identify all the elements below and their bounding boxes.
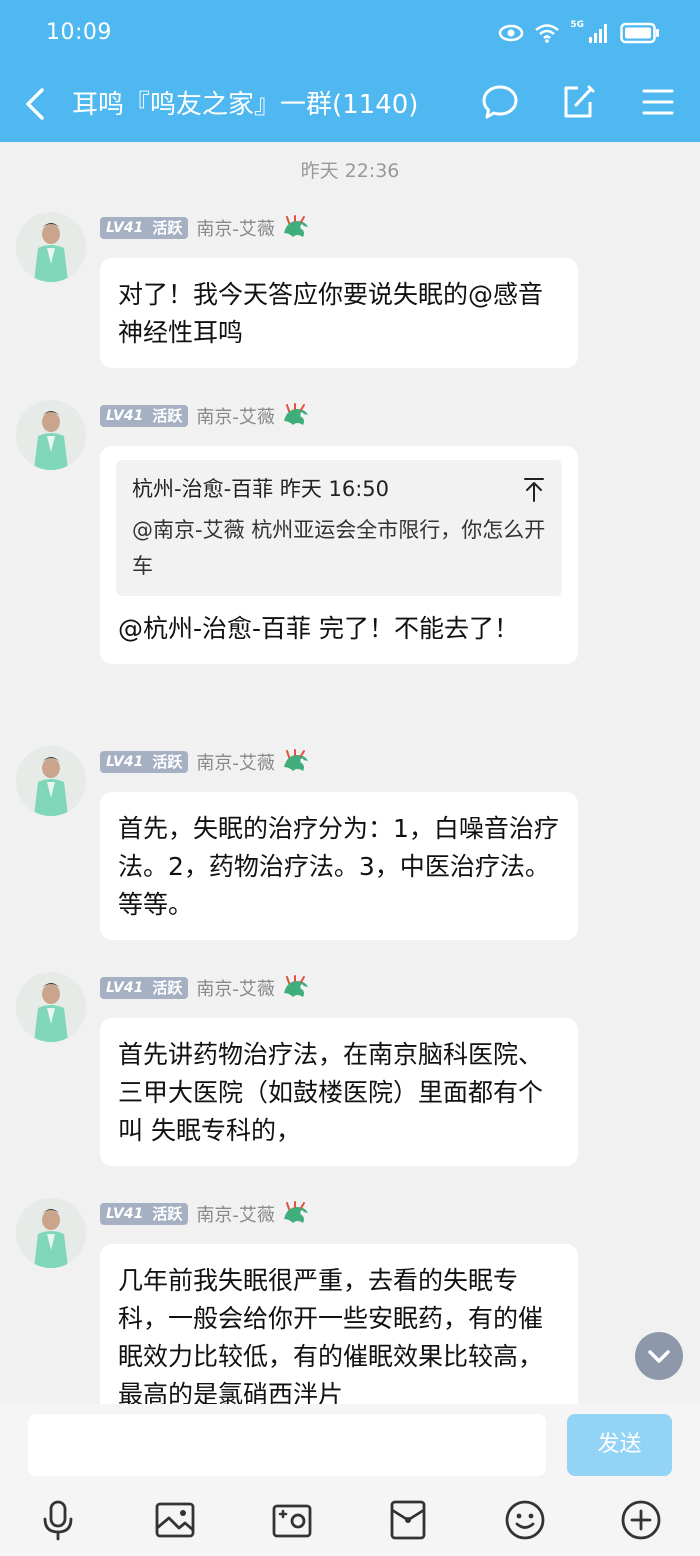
- sender-name[interactable]: 南京-艾薇: [196, 975, 275, 1001]
- message-bubble[interactable]: 杭州-治愈-百菲 昨天 16:50 @南京-艾薇 杭州亚运会全市限行，你怎么开车…: [100, 446, 578, 664]
- sender-name[interactable]: 南京-艾薇: [196, 749, 275, 775]
- dragon-icon: [283, 215, 308, 237]
- more-button[interactable]: [619, 1498, 663, 1542]
- chevron-down-icon: [648, 1350, 670, 1363]
- sender-name[interactable]: 南京-艾薇: [196, 403, 275, 429]
- edit-button[interactable]: [556, 80, 600, 124]
- input-bar: 发送: [0, 1404, 700, 1556]
- chat-title[interactable]: 耳鸣『鸣友之家』一群(1140): [72, 84, 418, 121]
- avatar[interactable]: [16, 746, 86, 816]
- active-badge: 活跃: [149, 405, 189, 427]
- image-icon: [155, 1502, 195, 1538]
- level-badge: LV41: [100, 405, 150, 427]
- dragon-icon: [283, 1201, 308, 1223]
- active-badge: 活跃: [149, 751, 189, 773]
- network-label: 5G: [570, 20, 584, 30]
- message-bubble[interactable]: 几年前我失眠很严重，去看的失眠专科，一般会给你开一些安眠药，有的催眠效力比较低，…: [100, 1244, 578, 1404]
- active-badge: 活跃: [149, 977, 189, 999]
- signal-icon: [589, 24, 607, 43]
- voice-button[interactable]: [36, 1498, 80, 1542]
- emoji-icon: [505, 1500, 545, 1540]
- scroll-to-bottom-button[interactable]: [635, 1332, 683, 1380]
- red-packet-button[interactable]: [386, 1498, 430, 1542]
- avatar[interactable]: [16, 212, 86, 282]
- message-list[interactable]: 昨天 22:36 LV41 活跃 南京-艾薇 对了！我今天答应你要说失眠的@感音…: [0, 142, 700, 1404]
- title-bar: 耳鸣『鸣友之家』一群(1140): [0, 66, 700, 142]
- message-bubble[interactable]: 首先讲药物治疗法，在南京脑科医院、三甲大医院（如鼓楼医院）里面都有个叫 失眠专科…: [100, 1018, 578, 1166]
- level-badge: LV41: [100, 977, 150, 999]
- quote-text: @南京-艾薇 杭州亚运会全市限行，你怎么开车: [132, 518, 546, 578]
- send-button[interactable]: 发送: [567, 1414, 672, 1476]
- message-bubble[interactable]: 首先，失眠的治疗分为：1，白噪音治疗法。2，药物治疗法。3，中医治疗法。等等。: [100, 792, 578, 940]
- menu-button[interactable]: [636, 80, 680, 124]
- dragon-icon: [283, 749, 308, 771]
- status-icons: 5G: [498, 20, 660, 46]
- dragon-icon: [283, 403, 308, 425]
- sender-name[interactable]: 南京-艾薇: [196, 1201, 275, 1227]
- wifi-icon: [535, 24, 560, 43]
- menu-icon: [642, 89, 674, 115]
- plus-icon: [621, 1500, 661, 1540]
- active-badge: 活跃: [149, 217, 189, 239]
- battery-icon: [620, 22, 659, 44]
- camera-icon: [272, 1504, 312, 1538]
- level-badge: LV41: [100, 217, 150, 239]
- message-input[interactable]: [28, 1414, 546, 1476]
- status-time: 10:09: [46, 20, 112, 45]
- chat-bubble-button[interactable]: [478, 80, 522, 124]
- jump-up-icon[interactable]: [524, 476, 544, 502]
- image-button[interactable]: [153, 1498, 197, 1542]
- quoted-message[interactable]: 杭州-治愈-百菲 昨天 16:50 @南京-艾薇 杭州亚运会全市限行，你怎么开车: [116, 460, 562, 596]
- edit-icon: [564, 85, 595, 118]
- back-button[interactable]: [16, 80, 56, 128]
- level-badge: LV41: [100, 1203, 150, 1225]
- dragon-icon: [283, 975, 308, 997]
- status-bar: 10:09 5G: [0, 0, 700, 66]
- chat-bubble-icon: [482, 85, 518, 119]
- message-timestamp: 昨天 22:36: [300, 160, 400, 182]
- avatar[interactable]: [16, 972, 86, 1042]
- level-badge: LV41: [100, 751, 150, 773]
- emoji-button[interactable]: [503, 1498, 547, 1542]
- eye-icon: [499, 24, 524, 42]
- microphone-icon: [43, 1500, 73, 1541]
- avatar[interactable]: [16, 400, 86, 470]
- message-bubble[interactable]: 对了！我今天答应你要说失眠的@感音神经性耳鸣: [100, 258, 578, 368]
- active-badge: 活跃: [149, 1203, 189, 1225]
- camera-button[interactable]: [270, 1498, 314, 1542]
- red-packet-icon: [390, 1500, 426, 1540]
- quote-header: 杭州-治愈-百菲 昨天 16:50: [132, 477, 390, 501]
- back-arrow-icon: [26, 88, 44, 120]
- message-text: @杭州-治愈-百菲 完了！不能去了！: [118, 614, 519, 643]
- avatar[interactable]: [16, 1198, 86, 1268]
- sender-name[interactable]: 南京-艾薇: [196, 215, 275, 241]
